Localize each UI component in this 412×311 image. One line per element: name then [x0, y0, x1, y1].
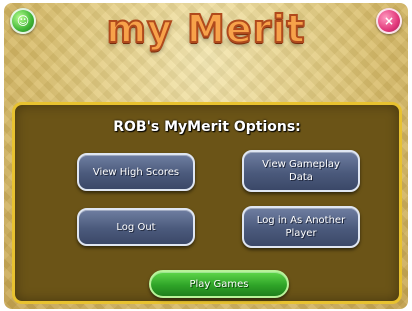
- options-panel: ROB's MyMerit Options: View High Scores …: [12, 102, 402, 304]
- my-merit-logo: my Merit: [105, 6, 306, 52]
- log-out-button[interactable]: Log Out: [77, 208, 195, 246]
- log-in-another-player-button[interactable]: Log in As Another Player: [242, 206, 360, 248]
- panel-title: ROB's MyMerit Options:: [113, 119, 301, 135]
- view-high-scores-button[interactable]: View High Scores: [77, 153, 195, 191]
- play-games-button[interactable]: Play Games: [149, 270, 289, 298]
- view-gameplay-data-button[interactable]: View Gameplay Data: [242, 150, 360, 192]
- game-screen: ☺ × my Merit ROB's MyMerit Options: View…: [4, 3, 408, 309]
